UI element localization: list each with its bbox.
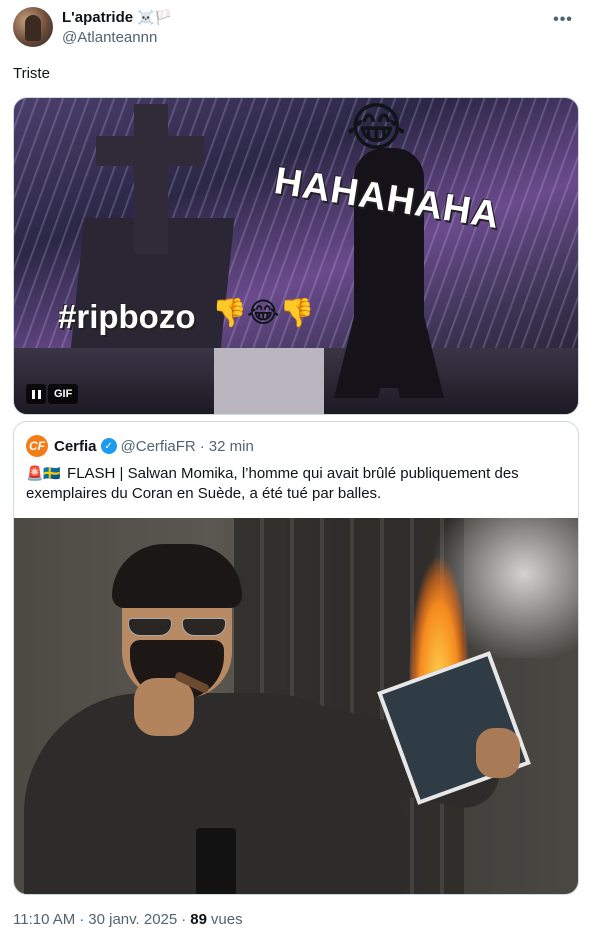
gif-media[interactable]: 😂 HAHAHAHA #ripbozo 👎😂👎 GIF <box>13 97 579 415</box>
avatar[interactable] <box>13 7 53 47</box>
quoted-timestamp[interactable]: 32 min <box>209 438 254 455</box>
gif-controls: GIF <box>26 384 79 404</box>
quoted-tweet-text: 🚨🇸🇪 FLASH | Salwan Momika, l’homme qui a… <box>26 463 566 504</box>
author-handle[interactable]: @Atlanteannn <box>62 29 157 46</box>
gif-badge: GIF <box>48 384 79 404</box>
alert-and-sweden-flag-emojis: 🚨🇸🇪 <box>26 465 61 481</box>
author-name-emojis: ☠️🏳️ <box>137 9 172 25</box>
photo-phone-mount <box>196 828 236 894</box>
quoted-display-name[interactable]: Cerfia <box>54 438 97 455</box>
gif-caption-emojis: 👎😂👎 <box>212 297 315 328</box>
meta-separator-2: · <box>181 911 187 928</box>
pause-button[interactable] <box>26 384 46 404</box>
tweet-date[interactable]: 30 janv. 2025 <box>88 911 177 928</box>
meta-separator-1: · <box>79 911 85 928</box>
gif-caption-ripbozo: #ripbozo <box>58 298 196 335</box>
tweet-meta: 11:10 AM · 30 janv. 2025 · 89 vues <box>13 911 243 928</box>
pause-icon <box>31 389 41 399</box>
laughing-emoji: 😂 <box>346 99 407 157</box>
photo-hand-with-cigar <box>134 678 194 736</box>
quoted-tweet[interactable]: CF Cerfia ✓ @CerfiaFR · 32 min 🚨🇸🇪 FLASH… <box>13 421 579 895</box>
tweet-time[interactable]: 11:10 AM <box>13 911 75 928</box>
tweet-text: Triste <box>13 65 50 82</box>
more-horizontal-icon: ••• <box>553 11 573 28</box>
quoted-tweet-header: CF Cerfia ✓ @CerfiaFR · 32 min <box>26 435 254 457</box>
author-display-name[interactable]: L'apatride <box>62 9 133 26</box>
author-name-row[interactable]: L'apatride ☠️🏳️ <box>62 9 172 26</box>
gif-stone <box>214 348 324 414</box>
gif-cross-vertical <box>134 104 168 254</box>
photo-sunglasses <box>128 618 228 638</box>
photo-hand-holding-book <box>476 728 520 778</box>
photo-man-hair <box>112 544 242 608</box>
quoted-separator: · <box>199 437 205 455</box>
quoted-photo[interactable] <box>14 518 578 894</box>
views-label: vues <box>210 911 243 928</box>
more-options-button[interactable]: ••• <box>551 8 575 32</box>
quoted-handle[interactable]: @CerfiaFR <box>121 438 196 455</box>
gif-cross-horizontal <box>96 136 204 166</box>
tweet-header: L'apatride ☠️🏳️ @Atlanteannn ••• <box>12 6 577 50</box>
verified-badge-icon: ✓ <box>100 438 117 454</box>
quoted-text-body: FLASH | Salwan Momika, l’homme qui avait… <box>26 465 519 502</box>
quoted-avatar[interactable]: CF <box>26 435 48 457</box>
avatar-figure <box>25 15 41 41</box>
views-count: 89 <box>190 911 207 928</box>
